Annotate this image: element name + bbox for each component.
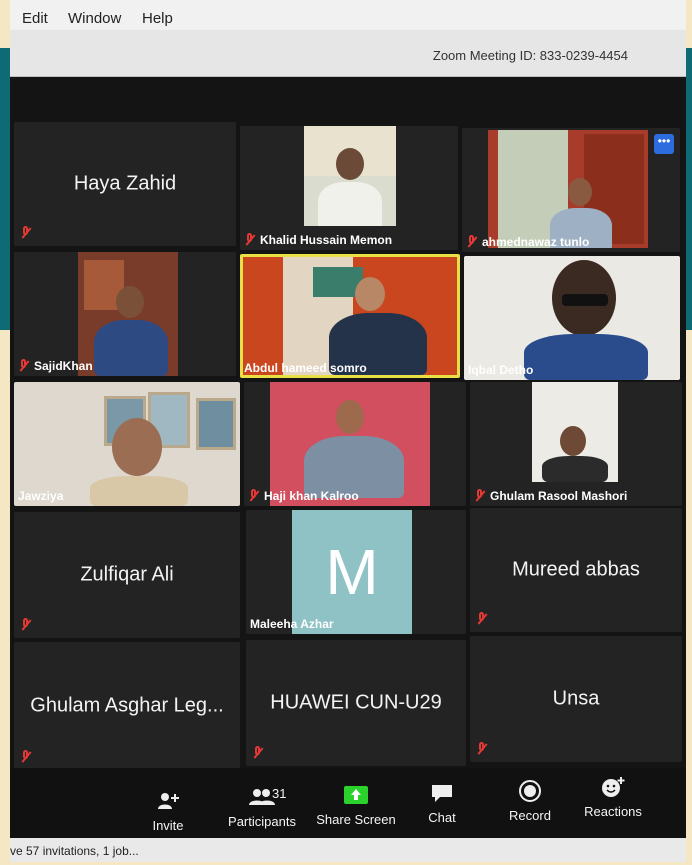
status-bar: ve 57 invitations, 1 job... (10, 838, 686, 862)
participant-label: Khalid Hussain Memon (244, 233, 392, 247)
menu-window[interactable]: Window (68, 10, 121, 27)
video-feed (270, 382, 430, 506)
muted-mic-icon (20, 750, 32, 764)
participant-tile-huawei[interactable]: HUAWEI CUN-U29 (246, 640, 466, 766)
participant-tile-haya[interactable]: Haya Zahid (14, 122, 236, 246)
invite-icon (158, 793, 179, 809)
record-button[interactable]: Record (504, 780, 556, 823)
participant-label: Iqbal Detho (468, 363, 533, 377)
muted-mic-icon (252, 746, 264, 760)
participant-label: ahmednawaz tunlo (466, 235, 589, 249)
chat-button[interactable]: Chat (418, 782, 466, 825)
participant-tile-ahmed[interactable]: ••• ahmednawaz tunlo (462, 128, 680, 252)
participant-name: Iqbal Detho (468, 363, 534, 377)
muted-mic-icon (20, 226, 32, 240)
participant-label: Abdul hameed somro (244, 361, 367, 375)
participant-label: Haji khan Kalroo (248, 489, 359, 503)
participant-tile-ghulam-rasool[interactable]: Ghulam Rasool Mashori (470, 382, 682, 506)
more-options-icon[interactable]: ••• (654, 134, 674, 154)
muted-mic-icon (20, 618, 32, 632)
share-screen-label: Share Screen (316, 812, 396, 827)
participant-name: Ghulam Rasool Mashori (490, 489, 628, 503)
status-text: ve 57 invitations, 1 job... (10, 844, 139, 858)
participant-name: Mureed abbas (512, 558, 640, 581)
participant-tile-maleeha[interactable]: M Maleeha Azhar (246, 510, 466, 634)
participant-name: HUAWEI CUN-U29 (270, 691, 442, 714)
participant-tile-khalid[interactable]: Khalid Hussain Memon (240, 126, 458, 250)
participant-name: Ghulam Asghar Leg... (30, 694, 224, 717)
menu-edit[interactable]: Edit (22, 10, 48, 27)
menu-bar: Edit Window Help (10, 0, 686, 30)
participant-tile-sajid[interactable]: SajidKhan (14, 252, 236, 376)
participant-name: SajidKhan (34, 359, 93, 373)
participants-count-badge: 31 (272, 786, 287, 801)
video-feed (488, 130, 648, 248)
record-icon (519, 780, 541, 802)
video-feed (304, 126, 396, 226)
participant-tile-unsa[interactable]: Unsa (470, 636, 682, 762)
participant-name: Haya Zahid (73, 172, 177, 195)
muted-mic-icon (466, 235, 478, 249)
participant-name: Zulfiqar Ali (80, 563, 174, 586)
chat-icon (432, 785, 452, 802)
participant-tile-ghulam-asghar[interactable]: Ghulam Asghar Leg... (14, 642, 240, 770)
muted-mic-icon (248, 489, 260, 503)
participant-label: Jawziya (18, 489, 63, 503)
title-bar: Zoom Meeting ID: 833-0239-4454 (10, 30, 686, 77)
participant-label: Maleeha Azhar (250, 617, 334, 631)
participant-tile-abdul[interactable]: Abdul hameed somro (240, 254, 460, 378)
reactions-button[interactable]: Reactions (580, 776, 646, 819)
video-feed (243, 257, 457, 375)
invite-button[interactable]: Invite (140, 790, 196, 833)
video-feed (532, 382, 618, 482)
avatar: M (292, 510, 412, 634)
share-screen-button[interactable]: Share Screen (314, 784, 398, 827)
share-screen-icon (344, 786, 368, 804)
participant-name: ahmednawaz tunlo (482, 235, 590, 249)
participant-name: Jawziya (18, 489, 64, 503)
participant-tile-jawziya[interactable]: Jawziya (14, 382, 240, 506)
muted-mic-icon (244, 233, 256, 247)
participant-tile-mureed[interactable]: Mureed abbas (470, 508, 682, 632)
invite-label: Invite (152, 818, 184, 833)
participant-name: Unsa (552, 687, 600, 710)
record-label: Record (509, 808, 551, 823)
participant-name: Khalid Hussain Memon (260, 233, 393, 247)
muted-mic-icon (474, 489, 486, 503)
muted-mic-icon (476, 742, 488, 756)
meeting-id: Zoom Meeting ID: 833-0239-4454 (432, 48, 628, 63)
muted-mic-icon (18, 359, 30, 373)
video-feed (464, 256, 680, 380)
participant-name: Haji khan Kalroo (264, 489, 359, 503)
participant-tile-zulfiqar[interactable]: Zulfiqar Ali (14, 512, 240, 638)
participant-tile-iqbal[interactable]: Iqbal Detho (464, 256, 680, 380)
participants-button[interactable]: Participants (220, 786, 304, 829)
meeting-toolbar: Invite Participants Share Screen Chat Re… (10, 768, 686, 838)
reactions-icon (602, 777, 625, 797)
participant-name: Abdul hameed somro (244, 361, 367, 375)
participants-label: Participants (228, 814, 296, 829)
participant-name: Maleeha Azhar (250, 617, 334, 631)
video-feed (14, 382, 240, 506)
participant-label: SajidKhan (18, 359, 93, 373)
muted-mic-icon (476, 612, 488, 626)
menu-help[interactable]: Help (142, 10, 173, 27)
zoom-window: Edit Window Help Zoom Meeting ID: 833-02… (10, 0, 686, 862)
video-feed (78, 252, 178, 376)
participant-label: Ghulam Rasool Mashori (474, 489, 627, 503)
reactions-label: Reactions (584, 804, 642, 819)
chat-label: Chat (428, 810, 456, 825)
participant-tile-haji[interactable]: Haji khan Kalroo (244, 382, 466, 506)
